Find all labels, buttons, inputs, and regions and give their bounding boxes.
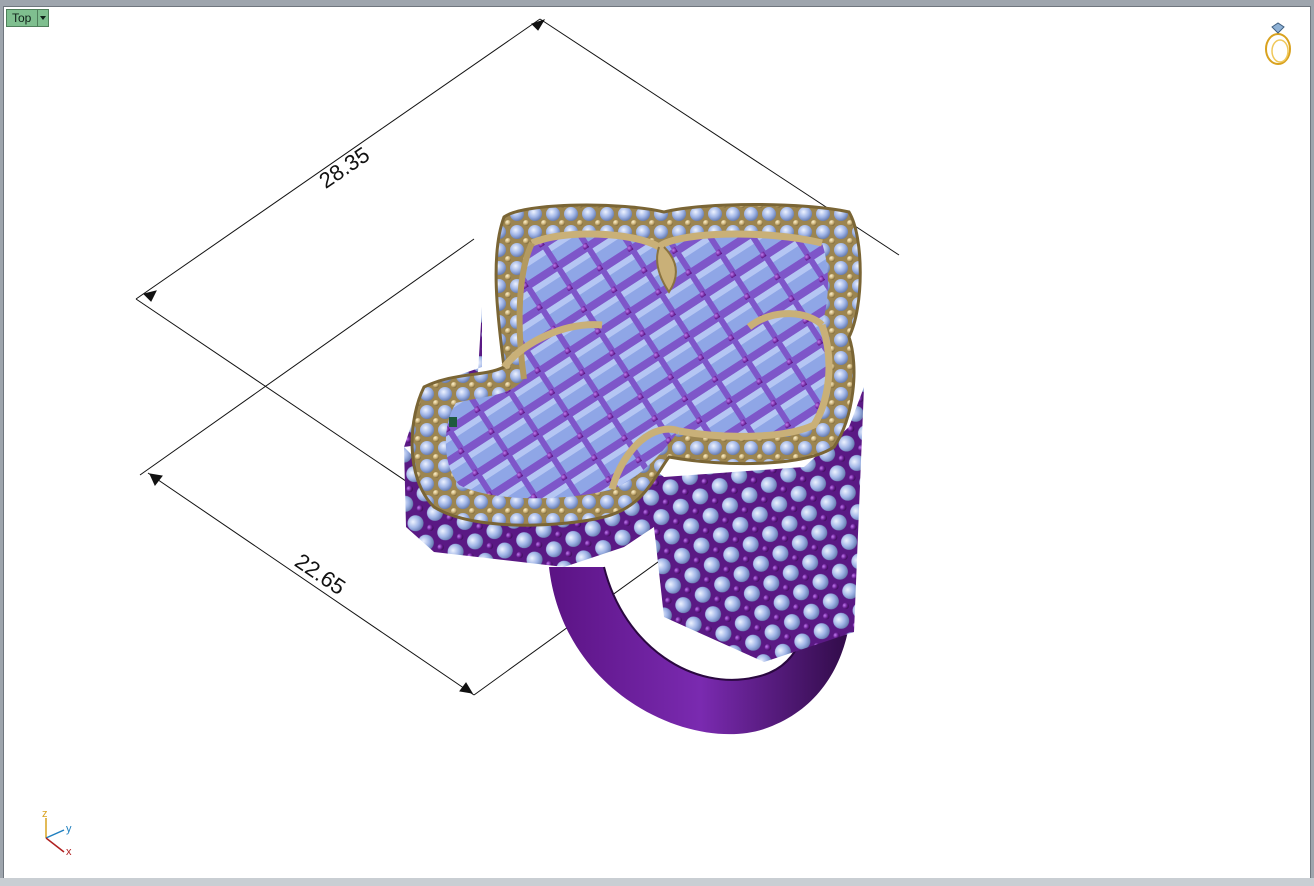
axis-label-y: y: [66, 823, 72, 835]
ring-icon: [1265, 22, 1291, 65]
viewport-bottom-border: [0, 878, 1314, 886]
scene-canvas[interactable]: 28.35 22.65: [4, 7, 1310, 878]
dimension-label-28-35: 28.35: [314, 142, 374, 194]
axis-label-x: x: [66, 846, 72, 856]
perspective-viewport[interactable]: Top 28.35 22.65 z y x: [3, 6, 1311, 879]
world-axis-icon: z y x: [42, 808, 72, 856]
selection-marker: [449, 417, 457, 427]
dimension-label-22-65: 22.65: [291, 548, 351, 600]
axis-label-z: z: [42, 808, 48, 820]
